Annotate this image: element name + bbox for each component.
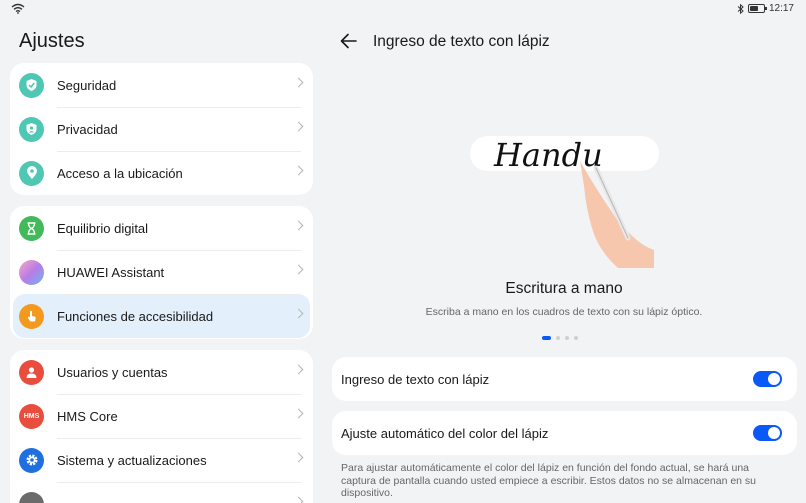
page-title: Ingreso de texto con lápiz	[373, 33, 550, 50]
back-arrow-icon[interactable]	[339, 32, 359, 50]
hms-core-icon: HMS	[19, 403, 44, 429]
chevron-right-icon	[293, 77, 304, 88]
shield-check-icon	[19, 72, 44, 98]
gear-icon	[19, 447, 44, 473]
page-indicator-dot	[542, 336, 551, 340]
sidebar-item-label: Privacidad	[57, 121, 118, 137]
setting-pen-input[interactable]: Ingreso de texto con lápiz	[332, 357, 797, 401]
chevron-right-icon	[293, 364, 304, 375]
settings-group-privacy: Seguridad Privacidad Acceso a la ubicaci…	[10, 63, 313, 195]
auto-color-toggle[interactable]	[753, 425, 782, 441]
setting-label: Ingreso de texto con lápiz	[341, 372, 490, 387]
chevron-right-icon	[293, 496, 304, 503]
sidebar-item-label: Seguridad	[57, 77, 117, 93]
page-indicator[interactable]	[542, 336, 578, 340]
user-icon	[19, 359, 44, 385]
slide-description: Escriba a mano en los cuadros de texto c…	[425, 306, 703, 318]
page-indicator-dot	[565, 336, 569, 340]
handwriting-illustration: Handu	[470, 136, 659, 268]
chevron-right-icon	[293, 308, 304, 319]
assistant-orb-icon	[19, 259, 44, 285]
chevron-right-icon	[293, 452, 304, 463]
settings-group-digital: Equilibrio digital HUAWEI Assistant Func…	[10, 206, 313, 339]
page-indicator-dot	[556, 336, 560, 340]
chevron-right-icon	[293, 121, 304, 132]
sidebar-item-accesibilidad[interactable]: Funciones de accesibilidad	[13, 294, 310, 338]
setting-label: Ajuste automático del color del lápiz	[341, 426, 549, 441]
sidebar-item-huawei-assistant[interactable]: HUAWEI Assistant	[10, 250, 313, 294]
sidebar-item-ubicacion[interactable]: Acceso a la ubicación	[10, 151, 313, 195]
sidebar-item-info[interactable]	[10, 482, 313, 503]
detail-pane: Ingreso de texto con lápiz Handu Escritu…	[322, 0, 806, 503]
toggle-knob	[768, 373, 780, 385]
sidebar-item-usuarios[interactable]: Usuarios y cuentas	[10, 350, 313, 394]
sidebar-item-sistema[interactable]: Sistema y actualizaciones	[10, 438, 313, 482]
sidebar-item-label: Sistema y actualizaciones	[57, 452, 207, 468]
slide-title: Escritura a mano	[505, 280, 623, 297]
hand-icon	[19, 303, 44, 329]
chevron-right-icon	[293, 264, 304, 275]
privacy-shield-icon	[19, 116, 44, 142]
settings-group-system: Usuarios y cuentas HMS HMS Core Sistema …	[10, 350, 313, 503]
toggle-knob	[768, 427, 780, 439]
handwriting-sample: Handu	[493, 136, 603, 174]
location-pin-icon	[19, 160, 44, 186]
sidebar-item-equilibrio-digital[interactable]: Equilibrio digital	[10, 206, 313, 250]
pen-input-toggle[interactable]	[753, 371, 782, 387]
info-icon	[19, 491, 44, 503]
chevron-right-icon	[293, 408, 304, 419]
sidebar-item-hms-core[interactable]: HMS HMS Core	[10, 394, 313, 438]
sidebar-item-label: Usuarios y cuentas	[57, 364, 168, 380]
sidebar-item-privacidad[interactable]: Privacidad	[10, 107, 313, 151]
sidebar-item-label: Equilibrio digital	[57, 220, 149, 236]
chevron-right-icon	[293, 165, 304, 176]
footnote: Para ajustar automáticamente el color de…	[341, 462, 757, 500]
setting-auto-pen-color[interactable]: Ajuste automático del color del lápiz	[332, 411, 797, 455]
hourglass-icon	[19, 215, 44, 241]
sidebar-item-label: Acceso a la ubicación	[57, 165, 183, 181]
settings-sidebar: Ajustes Seguridad Privacidad Acceso a la…	[0, 0, 322, 503]
sidebar-item-label: HMS Core	[57, 408, 118, 424]
chevron-right-icon	[293, 220, 304, 231]
sidebar-item-label: HUAWEI Assistant	[57, 264, 165, 280]
sidebar-item-label: Funciones de accesibilidad	[57, 308, 214, 324]
sidebar-item-seguridad[interactable]: Seguridad	[10, 63, 313, 107]
page-indicator-dot	[574, 336, 578, 340]
settings-title: Ajustes	[19, 30, 85, 52]
